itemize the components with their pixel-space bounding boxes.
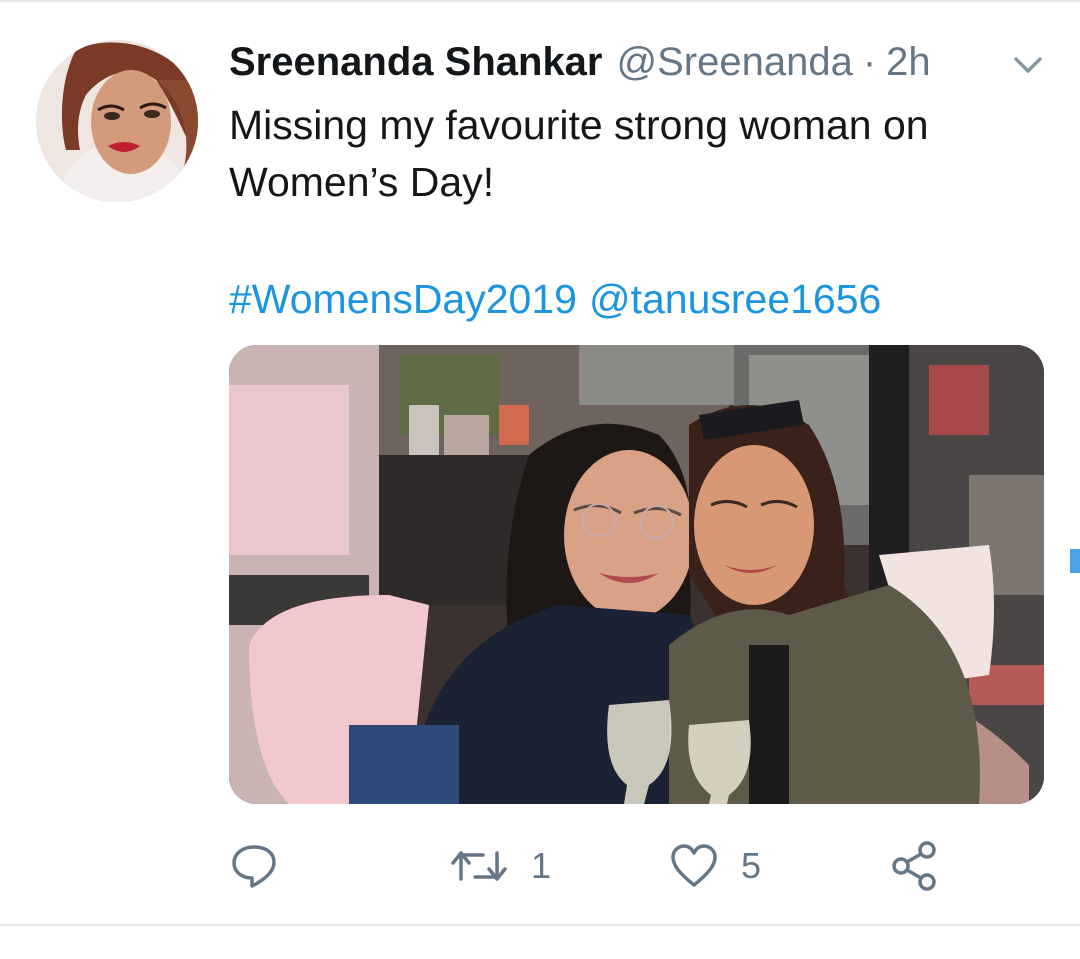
like-button[interactable]: 5	[669, 836, 761, 896]
retweet-count: 1	[531, 845, 552, 886]
share-nodes-icon	[892, 841, 936, 891]
like-count: 5	[741, 845, 762, 886]
hashtag-link[interactable]: #WomensDay2019	[229, 276, 577, 322]
top-divider	[0, 0, 1080, 2]
tweet-photo[interactable]	[229, 345, 1044, 804]
author-name[interactable]: Sreenanda Shankar	[229, 36, 603, 88]
mention-link[interactable]: @tanusree1656	[589, 276, 881, 322]
tweet-text: Missing my favourite strong woman on Wom…	[229, 97, 1039, 211]
scroll-indicator[interactable]	[1070, 549, 1080, 573]
chevron-down-icon[interactable]	[1010, 50, 1046, 80]
retweet-arrows-icon	[451, 851, 507, 881]
tweet-tags: #WomensDay2019 @tanusree1656	[229, 272, 1039, 326]
speech-bubble-icon	[232, 845, 276, 888]
tweet-actions: 1 5	[229, 836, 989, 896]
tweet-text-line: Women’s Day!	[229, 159, 495, 205]
tweet-text-line: Missing my favourite strong woman on	[229, 102, 929, 148]
retweet-button[interactable]: 1	[449, 836, 551, 896]
avatar[interactable]	[36, 40, 198, 202]
reply-button[interactable]	[229, 836, 279, 896]
separator-dot: ·	[862, 40, 877, 84]
timestamp[interactable]: 2h	[886, 36, 931, 88]
photo-image	[229, 345, 1044, 804]
share-button[interactable]	[889, 836, 939, 896]
tweet-header: Sreenanda Shankar @Sreenanda · 2h	[229, 36, 1029, 88]
heart-icon	[671, 844, 717, 887]
bottom-divider	[0, 924, 1080, 926]
avatar-image	[36, 40, 198, 202]
author-handle[interactable]: @Sreenanda	[617, 36, 853, 88]
